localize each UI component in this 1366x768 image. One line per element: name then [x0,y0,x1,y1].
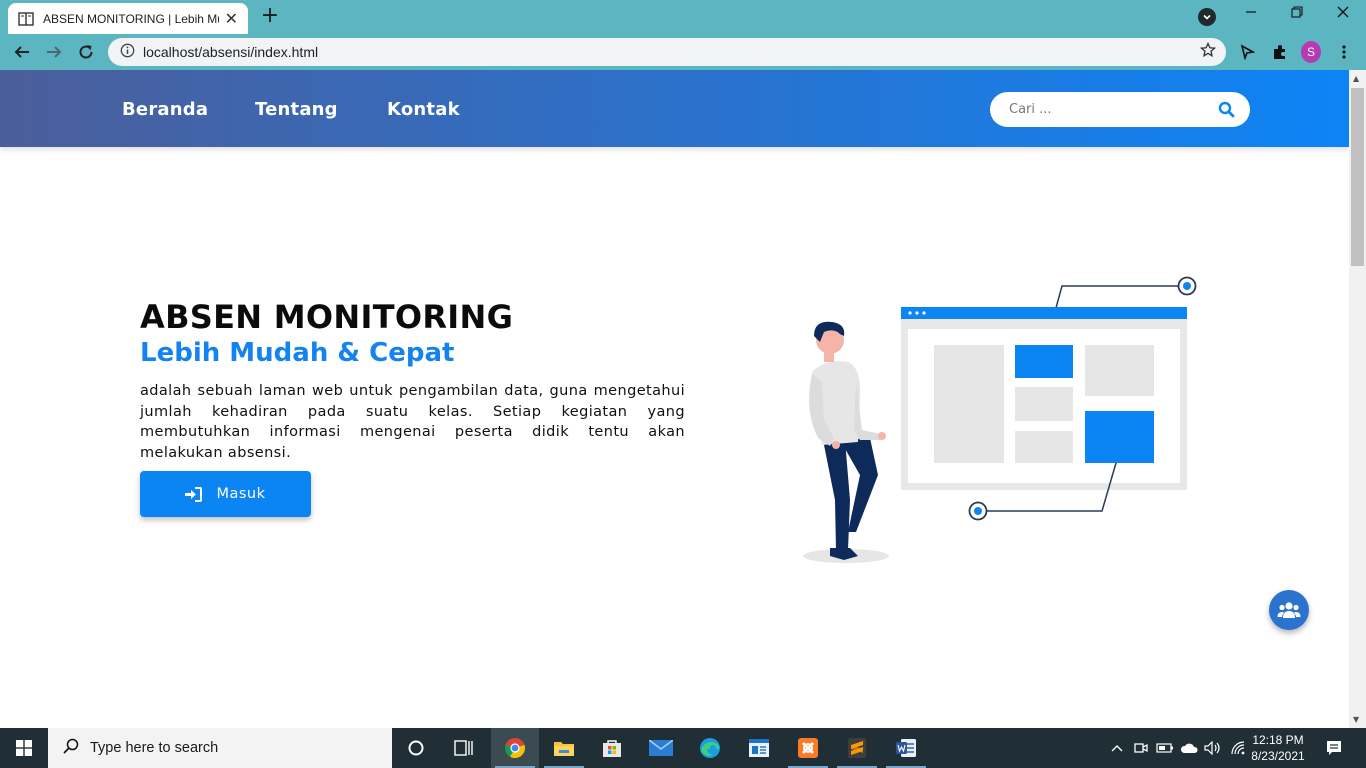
hero-description: adalah sebuah laman web untuk pengambila… [140,383,685,461]
users-group-button[interactable] [1269,590,1309,630]
xampp-icon[interactable] [784,728,832,768]
task-view-icon[interactable] [440,728,488,768]
file-explorer-icon[interactable] [540,728,588,768]
page-scrollbar[interactable]: ▲ ▼ [1349,70,1366,728]
browser-tab[interactable]: ABSEN MONITORING | Lebih Mudah & Cepat ✕ [8,3,248,34]
url-text[interactable]: localhost/absensi/index.html [143,44,318,60]
tab-search-icon[interactable] [1198,8,1216,26]
login-button-label: Masuk [216,486,266,502]
nav-link-kontak[interactable]: Kontak [387,99,460,120]
news-app-icon[interactable] [735,728,783,768]
cast-icon[interactable] [1237,42,1257,62]
scroll-up-arrow-icon[interactable]: ▲ [1353,74,1359,83]
hero-subtitle: Lebih Mudah & Cepat [140,338,455,368]
profile-avatar[interactable]: S [1301,41,1321,63]
new-tab-button[interactable]: + [258,5,282,29]
cortana-icon[interactable] [392,728,440,768]
hero-title: ABSEN MONITORING [140,298,514,336]
extensions-puzzle-icon[interactable] [1270,42,1290,62]
scrollbar-thumb[interactable] [1351,88,1364,266]
close-window-icon[interactable] [1320,4,1366,28]
site-navbar: Beranda Tentang Kontak [0,70,1349,147]
minimize-icon[interactable] [1228,4,1274,28]
taskbar-search-box[interactable]: Type here to search [48,728,392,768]
windows-taskbar: Type here to search 12:18 PM 8/23/2021 [0,728,1366,768]
clock-date: 8/23/2021 [1251,749,1305,763]
taskbar-clock[interactable]: 12:18 PM 8/23/2021 [1244,732,1312,764]
menu-kebab-icon[interactable] [1334,42,1354,62]
battery-icon[interactable] [1155,728,1175,768]
notifications-icon[interactable] [1320,728,1348,768]
search-icon [62,737,80,759]
search-box [990,92,1250,127]
tab-title: ABSEN MONITORING | Lebih Mudah & Cepat [43,11,219,26]
info-icon[interactable] [120,43,135,62]
back-arrow-icon[interactable] [11,41,33,63]
mail-icon[interactable] [637,728,685,768]
book-icon [18,11,34,27]
windows-start-icon[interactable] [0,728,48,768]
page-viewport: Beranda Tentang Kontak ABSEN MONITORING … [0,70,1349,728]
microsoft-store-icon[interactable] [588,728,636,768]
show-hidden-icons-chevron-icon[interactable] [1108,728,1126,768]
bookmark-star-icon[interactable] [1199,41,1217,62]
nav-link-beranda[interactable]: Beranda [122,99,208,120]
search-icon[interactable] [1218,101,1235,122]
chrome-icon[interactable] [491,728,539,768]
hero-illustration [803,276,1197,563]
users-group-icon [1277,602,1301,618]
reload-icon[interactable] [75,41,97,63]
browser-tab-strip: ABSEN MONITORING | Lebih Mudah & Cepat ✕… [0,0,1366,34]
search-input[interactable] [1009,102,1199,117]
scroll-down-arrow-icon[interactable]: ▼ [1353,715,1359,724]
close-tab-icon[interactable]: ✕ [225,10,238,27]
meet-now-icon[interactable] [1132,728,1150,768]
forward-arrow-icon[interactable] [43,41,65,63]
onedrive-cloud-icon[interactable] [1179,728,1199,768]
sublime-text-icon[interactable] [833,728,881,768]
nav-link-tentang[interactable]: Tentang [255,99,338,120]
volume-icon[interactable] [1203,728,1223,768]
address-bar[interactable]: localhost/absensi/index.html [108,38,1226,66]
word-icon[interactable] [882,728,930,768]
login-button[interactable]: Masuk [140,471,311,517]
sign-in-icon [185,486,203,502]
restore-icon[interactable] [1274,4,1320,28]
clock-time: 12:18 PM [1252,733,1304,747]
browser-toolbar: localhost/absensi/index.html S [0,34,1366,70]
taskbar-search-placeholder: Type here to search [90,740,219,756]
edge-icon[interactable] [686,728,734,768]
